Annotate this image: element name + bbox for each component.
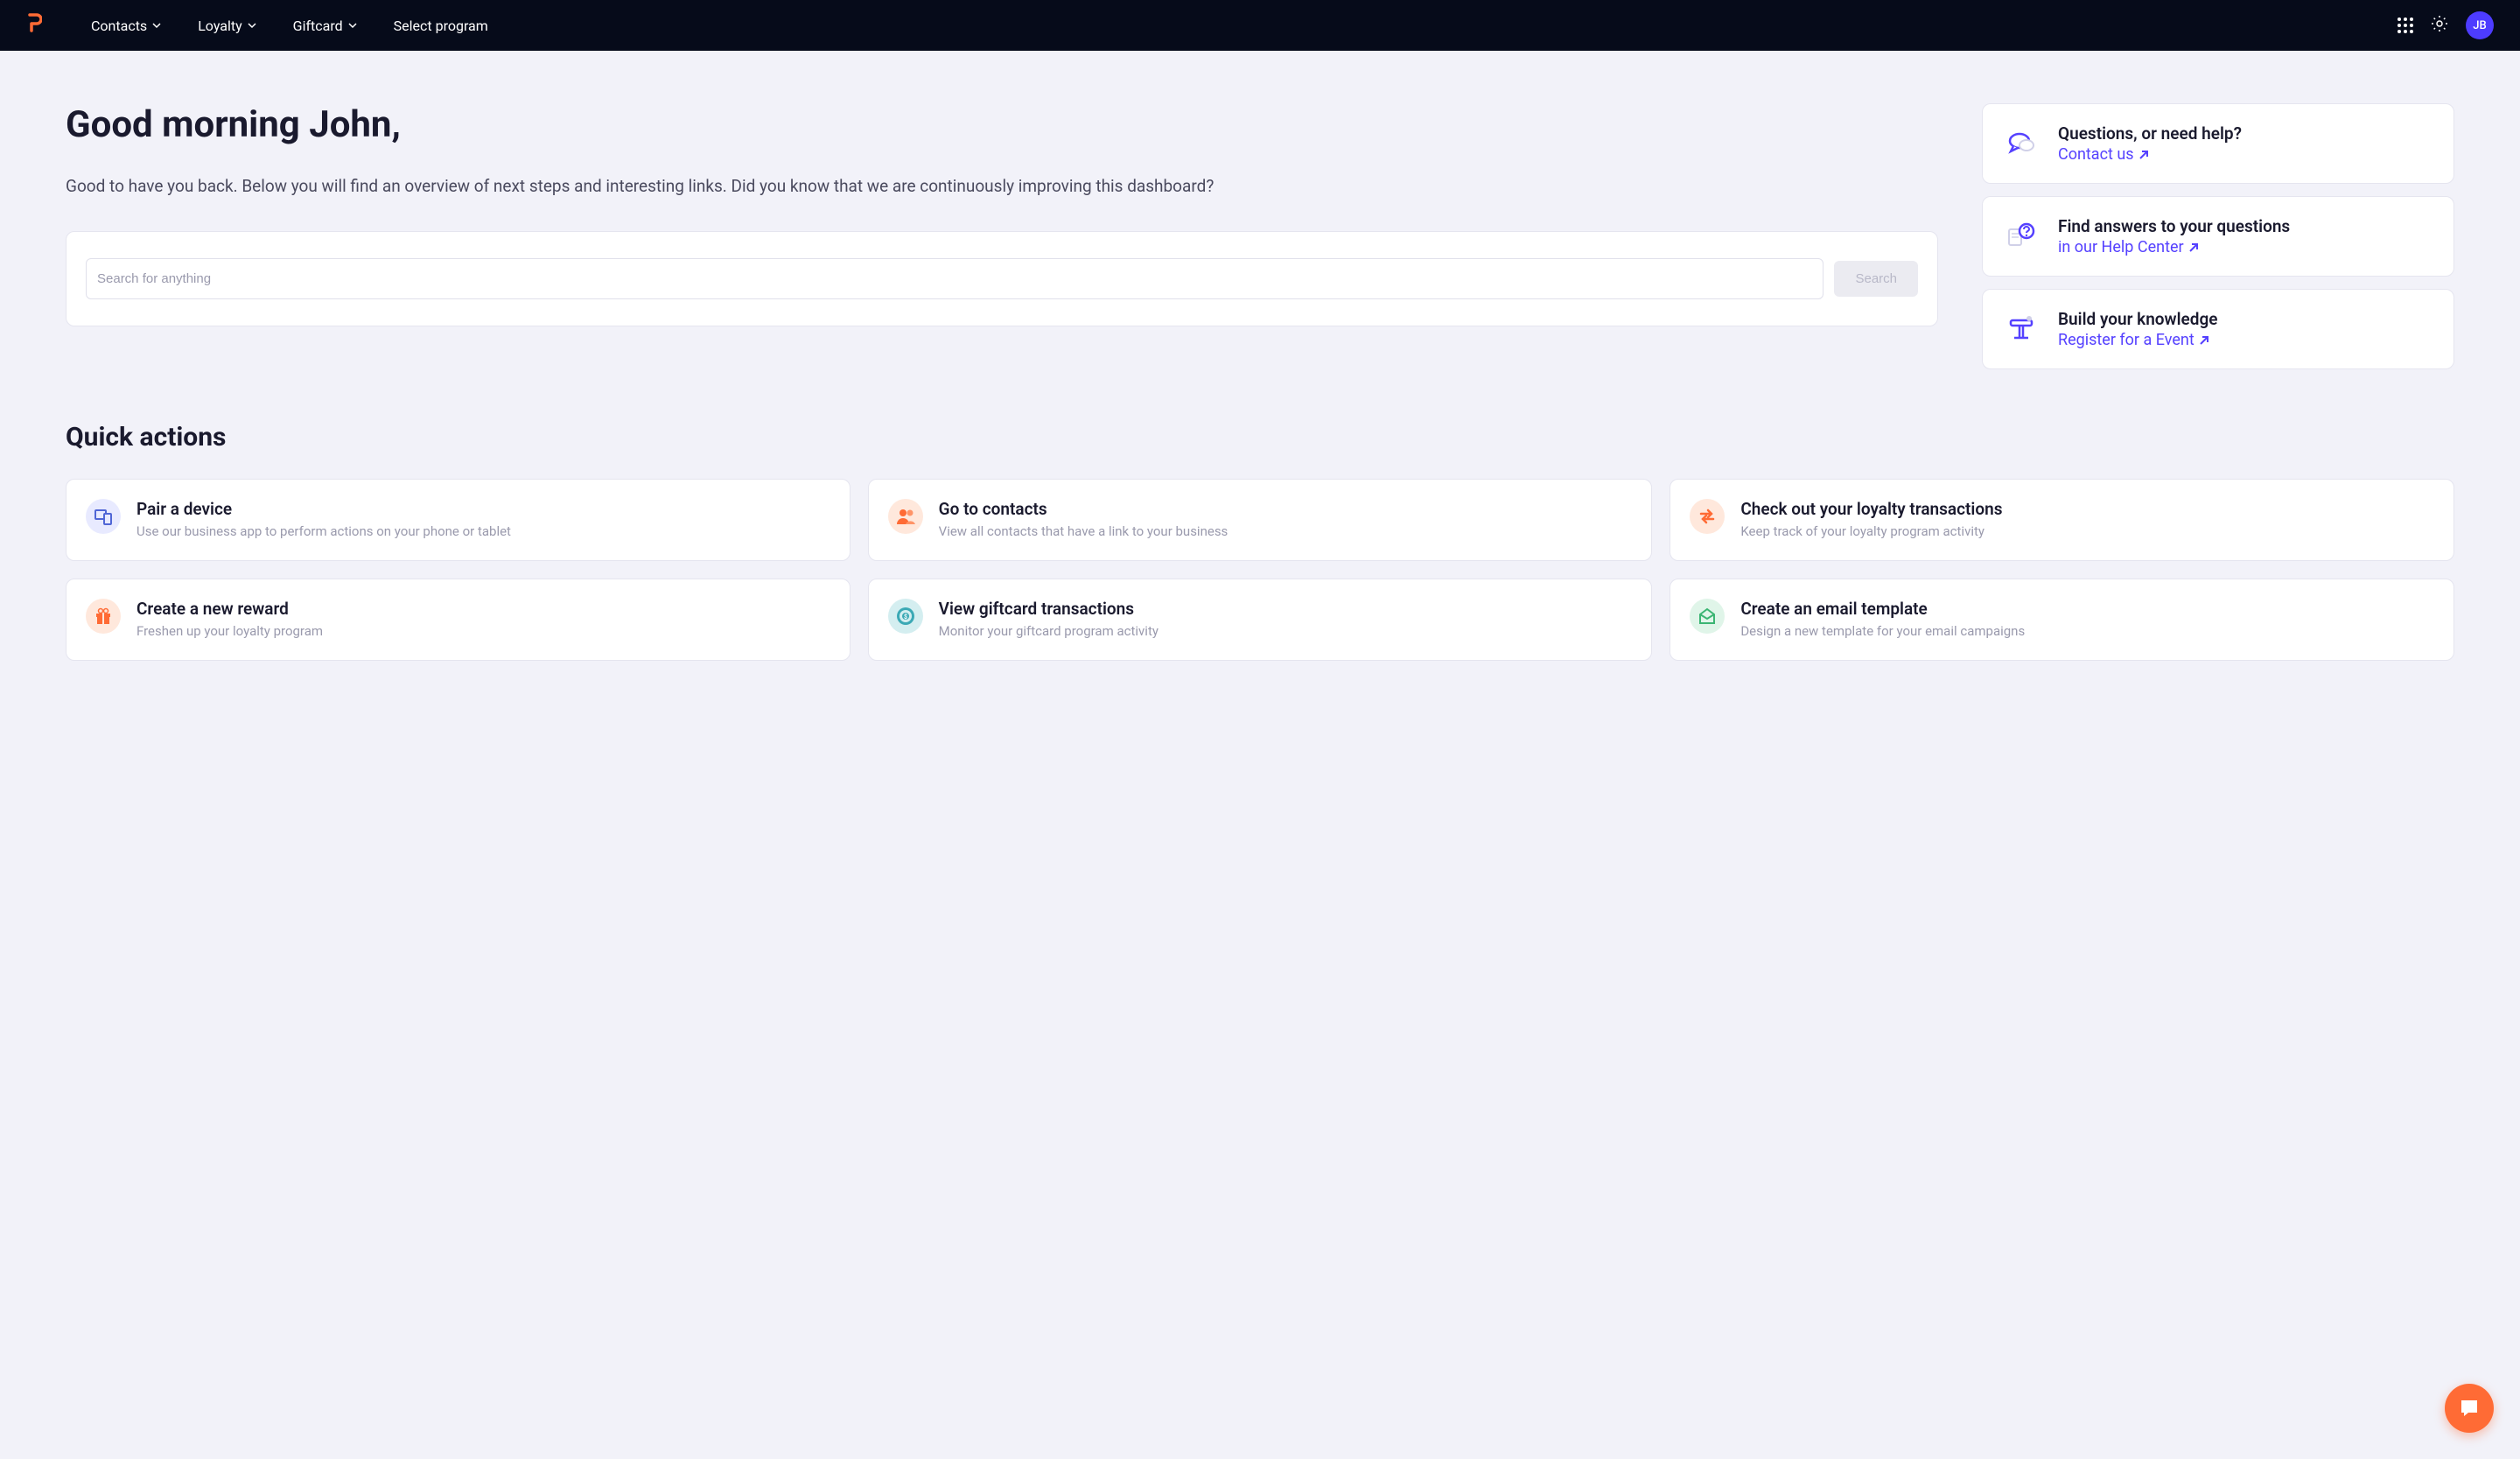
- help-title: Build your knowledge: [2058, 309, 2431, 329]
- help-title: Find answers to your questions: [2058, 216, 2431, 236]
- nav-label: Giftcard: [293, 18, 343, 34]
- avatar-initials: JB: [2473, 19, 2486, 32]
- nav-right: JB: [2398, 11, 2494, 39]
- action-giftcard-transactions[interactable]: $ View giftcard transactions Monitor you…: [868, 579, 1653, 661]
- actions-grid: Pair a device Use our business app to pe…: [66, 479, 2454, 661]
- question-icon: [2006, 221, 2037, 252]
- arrow-ne-icon: [2138, 149, 2150, 161]
- arrow-ne-icon: [2188, 242, 2200, 254]
- action-content: View giftcard transactions Monitor your …: [939, 599, 1633, 641]
- chat-fab-button[interactable]: [2445, 1384, 2494, 1433]
- action-content: Create an email template Design a new te…: [1740, 599, 2434, 641]
- action-desc: View all contacts that have a link to yo…: [939, 523, 1633, 541]
- apps-grid-icon[interactable]: [2398, 18, 2413, 33]
- nav-label: Contacts: [91, 18, 147, 34]
- action-title: View giftcard transactions: [939, 599, 1633, 619]
- action-title: Go to contacts: [939, 499, 1633, 519]
- quick-actions-heading: Quick actions: [66, 422, 2454, 452]
- action-title: Create a new reward: [136, 599, 830, 619]
- action-content: Create a new reward Freshen up your loya…: [136, 599, 830, 641]
- action-content: Check out your loyalty transactions Keep…: [1740, 499, 2434, 541]
- help-center-link[interactable]: in our Help Center: [2058, 238, 2200, 256]
- logo[interactable]: [26, 13, 42, 38]
- contact-us-link[interactable]: Contact us: [2058, 145, 2150, 164]
- nav-select-program[interactable]: Select program: [380, 11, 502, 41]
- exchange-icon: [1690, 499, 1725, 534]
- search-input[interactable]: [86, 258, 1824, 299]
- action-content: Go to contacts View all contacts that ha…: [939, 499, 1633, 541]
- action-desc: Freshen up your loyalty program: [136, 622, 830, 641]
- action-content: Pair a device Use our business app to pe…: [136, 499, 830, 541]
- quick-actions-section: Quick actions Pair a device Use our busi…: [0, 422, 2520, 713]
- help-card-helpcenter[interactable]: Find answers to your questions in our He…: [1982, 196, 2454, 277]
- action-email-template[interactable]: Create an email template Design a new te…: [1670, 579, 2454, 661]
- action-desc: Monitor your giftcard program activity: [939, 622, 1633, 641]
- help-card-content: Find answers to your questions in our He…: [2058, 216, 2431, 256]
- gear-icon[interactable]: [2431, 15, 2448, 36]
- register-event-link[interactable]: Register for a Event: [2058, 331, 2210, 349]
- action-create-reward[interactable]: Create a new reward Freshen up your loya…: [66, 579, 850, 661]
- devices-icon: [86, 499, 121, 534]
- help-card-content: Build your knowledge Register for a Even…: [2058, 309, 2431, 349]
- chat-bubble-icon: [2458, 1397, 2481, 1420]
- arrow-ne-icon: [2198, 334, 2210, 347]
- nav-contacts[interactable]: Contacts: [77, 11, 175, 41]
- welcome-section: Good morning John, Good to have you back…: [66, 103, 1938, 369]
- chevron-down-icon: [248, 21, 256, 30]
- people-icon: [888, 499, 923, 534]
- target-icon: $: [888, 599, 923, 634]
- action-title: Check out your loyalty transactions: [1740, 499, 2434, 519]
- page-title: Good morning John,: [66, 103, 1938, 146]
- action-desc: Use our business app to perform actions …: [136, 523, 830, 541]
- action-contacts[interactable]: Go to contacts View all contacts that ha…: [868, 479, 1653, 561]
- help-title: Questions, or need help?: [2058, 123, 2431, 144]
- action-pair-device[interactable]: Pair a device Use our business app to pe…: [66, 479, 850, 561]
- top-nav: Contacts Loyalty Giftcard Select program: [0, 0, 2520, 51]
- nav-label: Select program: [394, 18, 488, 34]
- help-card-contact[interactable]: Questions, or need help? Contact us: [1982, 103, 2454, 184]
- chevron-down-icon: [152, 21, 161, 30]
- svg-text:$: $: [904, 614, 907, 621]
- action-title: Create an email template: [1740, 599, 2434, 619]
- podium-icon: [2006, 313, 2037, 345]
- help-card-event[interactable]: Build your knowledge Register for a Even…: [1982, 289, 2454, 369]
- main-content: Good morning John, Good to have you back…: [0, 51, 2520, 422]
- envelope-open-icon: [1690, 599, 1725, 634]
- action-loyalty-transactions[interactable]: Check out your loyalty transactions Keep…: [1670, 479, 2454, 561]
- action-title: Pair a device: [136, 499, 830, 519]
- help-card-content: Questions, or need help? Contact us: [2058, 123, 2431, 164]
- welcome-text: Good to have you back. Below you will fi…: [66, 172, 1938, 200]
- chevron-down-icon: [348, 21, 357, 30]
- nav-label: Loyalty: [198, 18, 242, 34]
- nav-loyalty[interactable]: Loyalty: [184, 11, 270, 41]
- nav-left: Contacts Loyalty Giftcard Select program: [26, 11, 502, 41]
- nav-giftcard[interactable]: Giftcard: [279, 11, 371, 41]
- chat-icon: [2006, 128, 2037, 159]
- search-button[interactable]: Search: [1834, 261, 1918, 297]
- action-desc: Design a new template for your email cam…: [1740, 622, 2434, 641]
- search-card: Search: [66, 231, 1938, 326]
- gift-icon: [86, 599, 121, 634]
- action-desc: Keep track of your loyalty program activ…: [1740, 523, 2434, 541]
- avatar[interactable]: JB: [2466, 11, 2494, 39]
- help-cards: Questions, or need help? Contact us: [1982, 103, 2454, 369]
